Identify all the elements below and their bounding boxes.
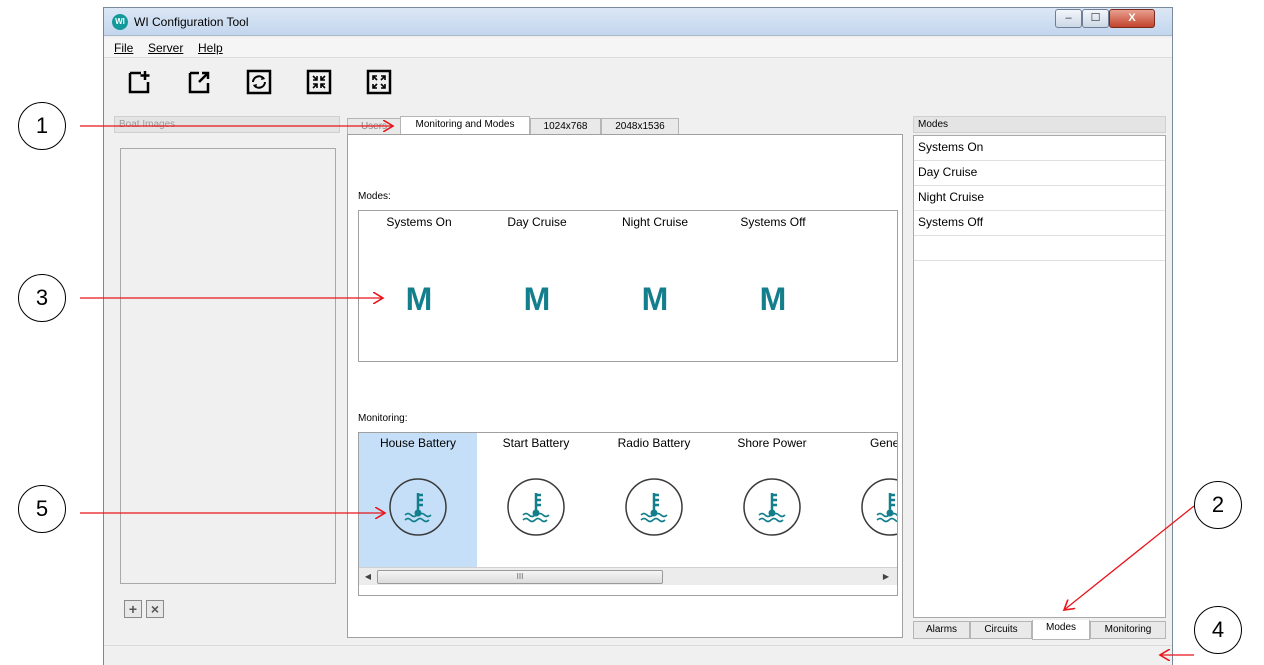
- monitoring-item-house-battery[interactable]: House Battery: [359, 433, 477, 568]
- menu-file[interactable]: File: [114, 41, 133, 55]
- monitoring-name: Shore Power: [737, 436, 807, 450]
- add-image-button[interactable]: +: [124, 600, 142, 618]
- boat-images-header: Boat Images: [114, 116, 340, 133]
- window-title: WI Configuration Tool: [134, 15, 249, 29]
- mode-icon: M: [759, 281, 787, 317]
- monitoring-and-modes-panel: Modes: Systems On M Day Cruise M Night C…: [347, 134, 903, 638]
- monitoring-item-shore-power[interactable]: Shore Power: [713, 433, 831, 568]
- app-window: WI WI Configuration Tool – ☐ X File Serv…: [103, 7, 1173, 665]
- monitoring-name: Start Battery: [502, 436, 570, 450]
- mode-name: Night Cruise: [621, 215, 689, 229]
- menu-server[interactable]: Server: [148, 41, 183, 55]
- scroll-right-arrow-icon[interactable]: ▶: [879, 570, 893, 584]
- menu-bar: File Server Help: [104, 38, 1172, 58]
- list-item[interactable]: Systems On: [914, 136, 1165, 161]
- list-item[interactable]: Day Cruise: [914, 161, 1165, 186]
- modes-list: Systems On Day Cruise Night Cruise Syste…: [913, 135, 1166, 618]
- monitoring-grid: House Battery Start Battery Radio Batter…: [358, 432, 898, 596]
- list-item[interactable]: Systems Off: [914, 211, 1165, 236]
- callout-5: 5: [18, 485, 66, 533]
- thermometer-icon: [389, 478, 447, 536]
- remove-image-button[interactable]: ×: [146, 600, 164, 618]
- monitoring-name: House Battery: [379, 436, 457, 450]
- callout-1: 1: [18, 102, 66, 150]
- scroll-left-arrow-icon[interactable]: ◀: [361, 570, 375, 584]
- toolbar: [104, 59, 1172, 109]
- callout-2: 2: [1194, 481, 1242, 529]
- status-bar: [104, 645, 1172, 665]
- mode-item-systems-off[interactable]: Systems Off M: [723, 211, 823, 361]
- collapse-icon[interactable]: [306, 69, 332, 95]
- maximize-button[interactable]: ☐: [1082, 9, 1109, 28]
- app-logo-icon: WI: [112, 14, 128, 30]
- monitoring-name: Genera: [869, 436, 897, 450]
- modes-list-header: Modes: [913, 116, 1166, 133]
- monitoring-name: Radio Battery: [617, 436, 691, 450]
- thermometer-icon: [507, 478, 565, 536]
- tab-monitoring-and-modes[interactable]: Monitoring and Modes: [400, 116, 530, 135]
- monitoring-item-radio-battery[interactable]: Radio Battery: [595, 433, 713, 568]
- thermometer-icon: [861, 478, 897, 536]
- tab-users[interactable]: Users: [347, 118, 401, 135]
- tab-1024x768[interactable]: 1024x768: [530, 118, 601, 135]
- expand-icon[interactable]: [366, 69, 392, 95]
- tab-alarms[interactable]: Alarms: [913, 621, 970, 639]
- thermometer-icon: [743, 478, 801, 536]
- scroll-thumb[interactable]: III: [377, 570, 663, 584]
- new-icon[interactable]: [126, 69, 152, 95]
- mode-icon: M: [641, 281, 669, 317]
- refresh-icon[interactable]: [246, 69, 272, 95]
- monitoring-item-start-battery[interactable]: Start Battery: [477, 433, 595, 568]
- list-item[interactable]: Night Cruise: [914, 186, 1165, 211]
- callout-4: 4: [1194, 606, 1242, 654]
- title-bar: WI WI Configuration Tool – ☐ X: [104, 8, 1172, 36]
- mode-icon: M: [405, 281, 433, 317]
- thermometer-icon: [625, 478, 683, 536]
- minimize-button[interactable]: –: [1055, 9, 1082, 28]
- mode-name: Systems Off: [740, 215, 806, 229]
- callout-3: 3: [18, 274, 66, 322]
- mode-name: Day Cruise: [507, 215, 567, 229]
- export-icon[interactable]: [186, 69, 212, 95]
- mode-item-day-cruise[interactable]: Day Cruise M: [487, 211, 587, 361]
- tab-circuits[interactable]: Circuits: [970, 621, 1032, 639]
- modes-label: Modes:: [358, 191, 391, 202]
- menu-help[interactable]: Help: [198, 41, 223, 55]
- monitoring-label: Monitoring:: [358, 413, 408, 424]
- mode-icon: M: [523, 281, 551, 317]
- boat-images-list[interactable]: [120, 148, 336, 584]
- tab-monitoring[interactable]: Monitoring: [1090, 621, 1166, 639]
- monitoring-item-generator[interactable]: Genera: [831, 433, 897, 568]
- mode-name: Systems On: [386, 215, 452, 229]
- mode-item-night-cruise[interactable]: Night Cruise M: [605, 211, 705, 361]
- horizontal-scrollbar[interactable]: ◀ III ▶: [359, 567, 897, 585]
- tab-modes[interactable]: Modes: [1032, 620, 1090, 640]
- close-button[interactable]: X: [1109, 9, 1155, 28]
- mode-item-systems-on[interactable]: Systems On M: [369, 211, 469, 361]
- list-item-empty[interactable]: [914, 236, 1165, 261]
- tab-2048x1536[interactable]: 2048x1536: [601, 118, 679, 135]
- modes-grid: Systems On M Day Cruise M Night Cruise M…: [358, 210, 898, 362]
